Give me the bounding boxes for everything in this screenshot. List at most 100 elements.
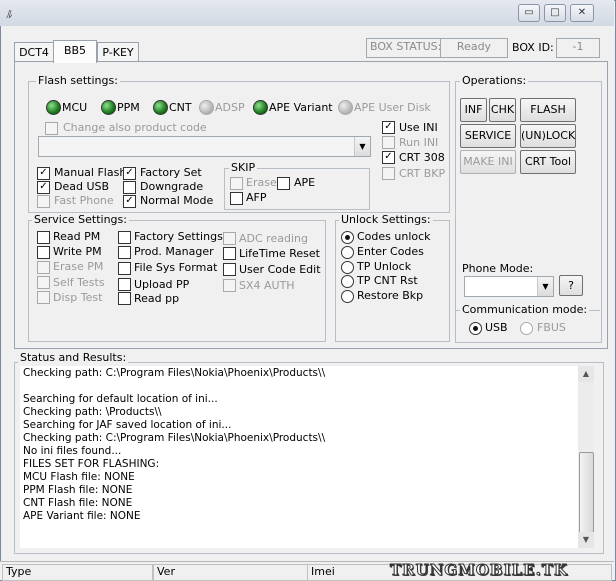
help-button[interactable]: ? (559, 275, 583, 296)
flash-button[interactable]: FLASH (520, 98, 576, 122)
adsp-label: ADSP (215, 101, 245, 114)
skip-erase-label: Erase (246, 176, 277, 189)
box-status-label: BOX STATUS: (366, 38, 443, 58)
tab-bb5[interactable]: BB5 (53, 40, 97, 63)
crt-bkp-checkbox[interactable] (382, 167, 395, 180)
erase-pm-checkbox[interactable] (37, 261, 50, 274)
app-icon: ﾙ (6, 8, 12, 21)
status-title: Status and Results: (18, 351, 129, 364)
user-code-edit-checkbox[interactable] (223, 263, 236, 276)
log-line: Checking path: C:\Program Files\Nokia\Ph… (23, 367, 326, 379)
disp-test-checkbox[interactable] (37, 291, 50, 304)
scroll-down-icon[interactable]: ▼ (578, 532, 594, 548)
upload-pp-checkbox[interactable] (118, 278, 131, 291)
minimize-button[interactable]: ▭ (518, 4, 540, 22)
factory-settings-label: Factory Settings (134, 230, 223, 243)
tp-cnt-rst-radio[interactable] (341, 275, 354, 288)
manual-flash-checkbox[interactable]: ✓ (37, 167, 50, 180)
make-ini-button[interactable]: MAKE INI (460, 150, 516, 174)
factory-set-label: Factory Set (140, 166, 202, 179)
type-panel: Type (2, 564, 153, 581)
change-product-code-checkbox[interactable] (45, 122, 58, 135)
flash-settings-title: Flash settings: (36, 74, 120, 87)
tp-unlock-radio[interactable] (341, 261, 354, 274)
disp-test-label: Disp Test (53, 291, 103, 304)
scroll-thumb[interactable] (579, 452, 594, 533)
box-id-label: BOX ID: (512, 41, 554, 54)
file-sys-format-label: File Sys Format (134, 261, 218, 274)
log-line: Searching for default location of ini... (23, 393, 218, 405)
skip-ape-checkbox[interactable] (277, 177, 290, 190)
title-bar[interactable]: ﾙ ▭ □ ✕ (0, 0, 614, 26)
adc-reading-checkbox[interactable] (223, 232, 236, 245)
scroll-up-icon[interactable]: ▲ (578, 366, 594, 382)
ape-variant-led-icon[interactable] (253, 100, 268, 115)
file-sys-format-checkbox[interactable] (118, 262, 131, 275)
unlock-button[interactable]: (UN)LOCK (520, 124, 576, 148)
write-pm-checkbox[interactable] (37, 246, 50, 259)
log-line: CNT Flash file: NONE (23, 497, 133, 509)
run-ini-checkbox[interactable] (382, 136, 395, 149)
operations-title: Operations: (460, 74, 529, 87)
codes-unlock-label: Codes unlock (357, 230, 431, 243)
mcu-led-icon[interactable] (46, 100, 61, 115)
codes-unlock-radio[interactable] (341, 231, 354, 244)
use-ini-checkbox[interactable]: ✓ (382, 121, 395, 134)
tab-dct4[interactable]: DCT4 (14, 42, 54, 62)
enter-codes-label: Enter Codes (357, 245, 424, 258)
service-button[interactable]: SERVICE (460, 124, 516, 148)
dead-usb-checkbox[interactable]: ✓ (37, 181, 50, 194)
downgrade-label: Downgrade (140, 180, 204, 193)
change-product-code-label: Change also product code (63, 121, 207, 134)
log-line: Checking path: \Products\\ (23, 406, 162, 418)
cnt-led-icon[interactable] (153, 100, 168, 115)
skip-afp-checkbox[interactable] (230, 192, 243, 205)
crt-tool-button[interactable]: CRT Tool (520, 150, 576, 174)
normal-mode-checkbox[interactable]: ✓ (123, 195, 136, 208)
phone-mode-select[interactable]: ▼ (464, 276, 554, 297)
usb-radio[interactable] (469, 322, 482, 335)
tab-pkey[interactable]: P-KEY (97, 42, 139, 62)
maximize-button[interactable]: □ (544, 4, 566, 22)
crt-308-checkbox[interactable]: ✓ (382, 151, 395, 164)
ppm-led-icon[interactable] (101, 100, 116, 115)
read-pm-checkbox[interactable] (37, 231, 50, 244)
sx4-auth-checkbox[interactable] (223, 279, 236, 292)
mcu-label: MCU (62, 101, 88, 114)
inf-button[interactable]: INF (460, 98, 487, 122)
self-tests-checkbox[interactable] (37, 276, 50, 289)
downgrade-checkbox[interactable] (123, 181, 136, 194)
factory-set-checkbox[interactable]: ✓ (123, 167, 136, 180)
status-log[interactable]: Checking path: C:\Program Files\Nokia\Ph… (20, 366, 578, 548)
log-line: No ini files found... (23, 445, 122, 457)
close-icon: ✕ (577, 7, 587, 18)
skip-erase-checkbox[interactable] (230, 177, 243, 190)
maximize-icon: □ (550, 7, 560, 18)
fbus-radio[interactable] (520, 322, 533, 335)
sx4-auth-label: SX4 AUTH (239, 279, 295, 292)
box-id-value: -1 (556, 38, 600, 58)
ape-user-disk-led-icon[interactable] (338, 100, 353, 115)
chk-button[interactable]: CHK (489, 98, 516, 122)
skip-afp-label: AFP (246, 191, 267, 204)
factory-settings-checkbox[interactable] (118, 231, 131, 244)
fast-phone-label: Fast Phone (54, 194, 114, 207)
fast-phone-checkbox[interactable] (37, 195, 50, 208)
log-line: PPM Flash file: NONE (23, 484, 133, 496)
log-line: FILES SET FOR FLASHING: (23, 458, 160, 470)
read-pp-checkbox[interactable] (118, 292, 131, 305)
self-tests-label: Self Tests (53, 276, 105, 289)
log-scrollbar[interactable]: ▲ ▼ (578, 366, 594, 548)
ape-user-disk-label: APE User Disk (354, 101, 431, 114)
product-code-combo[interactable]: ▼ (38, 136, 371, 157)
enter-codes-radio[interactable] (341, 246, 354, 259)
prod-manager-checkbox[interactable] (118, 246, 131, 259)
lifetime-reset-checkbox[interactable] (223, 247, 236, 260)
restore-bkp-radio[interactable] (341, 290, 354, 303)
crt-308-label: CRT 308 (399, 151, 445, 164)
usb-label: USB (485, 321, 508, 334)
close-button[interactable]: ✕ (570, 4, 594, 22)
adsp-led-icon[interactable] (199, 100, 214, 115)
log-line: Searching for JAF saved location of ini.… (23, 419, 232, 431)
